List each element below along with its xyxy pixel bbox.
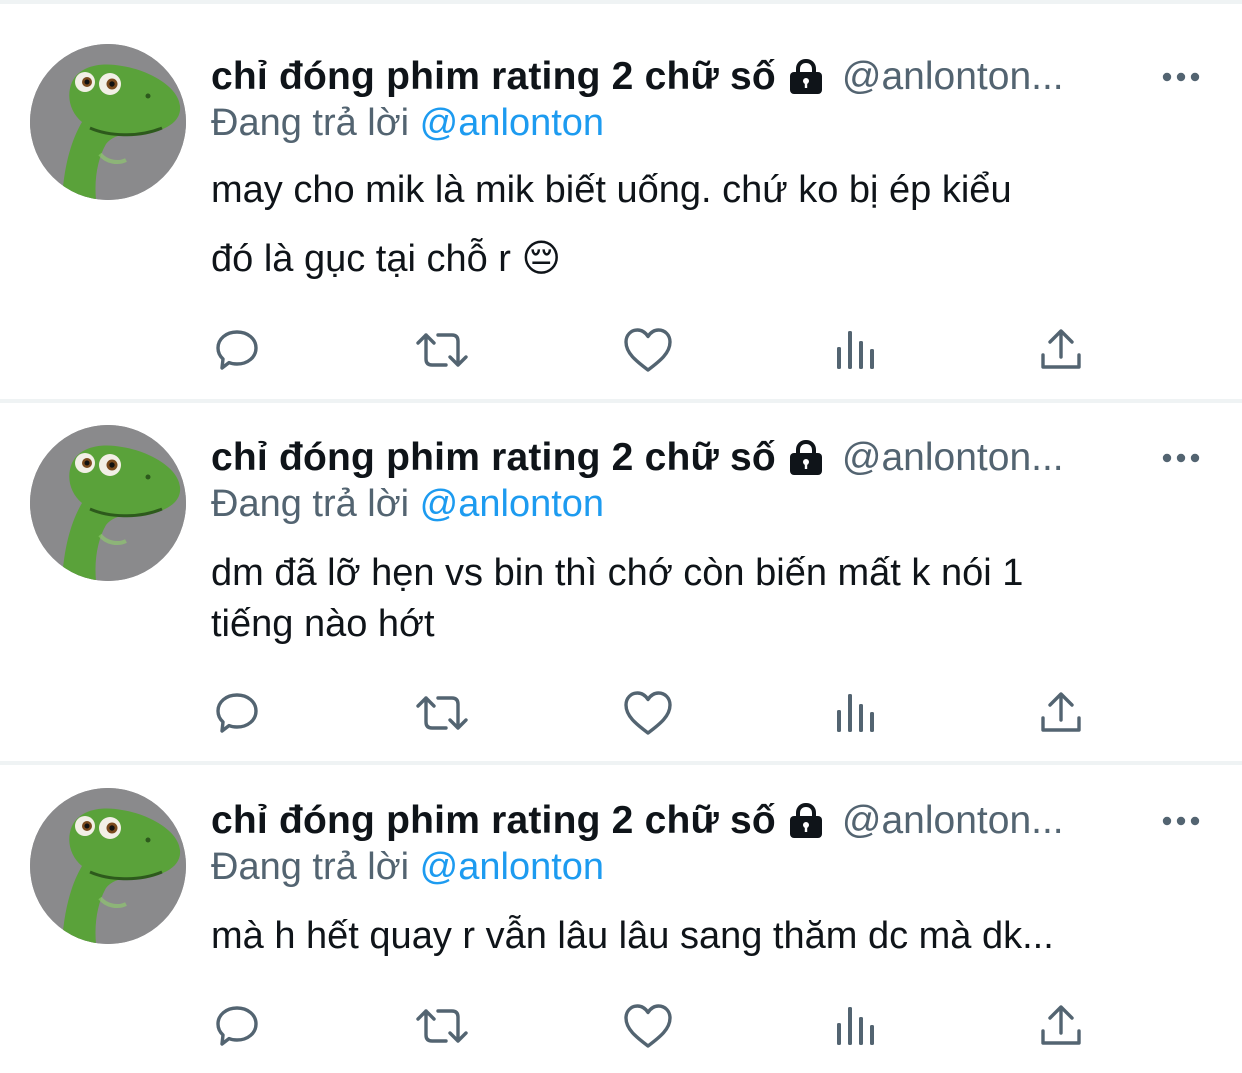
dinosaur-avatar-icon (30, 44, 186, 200)
reply-context: Đang trả lời @anlonton (211, 483, 604, 526)
share-button[interactable] (1031, 683, 1091, 743)
share-icon (1041, 692, 1081, 732)
reply-button[interactable] (207, 320, 267, 380)
tweet-text-line: tiếng nào hớt (211, 603, 435, 645)
lock-icon (786, 802, 826, 840)
avatar[interactable] (30, 44, 186, 200)
handle[interactable]: @anlonton... (842, 799, 1064, 843)
avatar[interactable] (30, 788, 186, 944)
action-bar (0, 683, 1242, 743)
display-name[interactable]: chỉ đóng phim rating 2 chữ số (211, 55, 776, 99)
like-icon (624, 328, 672, 372)
share-button[interactable] (1031, 996, 1091, 1056)
action-bar (0, 996, 1242, 1056)
views-icon (837, 1007, 874, 1045)
retweet-icon (416, 333, 468, 367)
like-button[interactable] (618, 996, 678, 1056)
reply-prefix: Đang trả lời (211, 846, 410, 888)
tweet-text-line: dm đã lỡ hẹn vs bin thì chớ còn biến mất… (211, 552, 1024, 594)
views-icon (837, 331, 874, 369)
display-name[interactable]: chỉ đóng phim rating 2 chữ số (211, 436, 776, 480)
handle[interactable]: @anlonton... (842, 436, 1064, 480)
retweet-icon (416, 1009, 468, 1043)
tweet-divider (0, 761, 1242, 765)
lock-icon (786, 58, 826, 96)
display-name[interactable]: chỉ đóng phim rating 2 chữ số (211, 799, 776, 843)
share-icon (1041, 1005, 1081, 1045)
retweet-button[interactable] (412, 996, 472, 1056)
reply-context: Đang trả lời @anlonton (211, 846, 604, 889)
views-button[interactable] (826, 683, 886, 743)
tweet-text-line: may cho mik là mik biết uống. chứ ko bị … (211, 169, 1012, 211)
tweet-text-line: đó là gục tại chỗ r 😔 (211, 238, 562, 280)
handle[interactable]: @anlonton... (842, 55, 1064, 99)
reply-button[interactable] (207, 683, 267, 743)
reply-mention[interactable]: @anlonton (420, 846, 604, 888)
reply-mention[interactable]: @anlonton (420, 102, 604, 144)
action-bar (0, 320, 1242, 380)
share-button[interactable] (1031, 320, 1091, 380)
tweet-text-line: mà h hết quay r vẫn lâu lâu sang thăm dc… (211, 915, 1054, 957)
reply-prefix: Đang trả lời (211, 102, 410, 144)
reply-prefix: Đang trả lời (211, 483, 410, 525)
avatar[interactable] (30, 425, 186, 581)
retweet-button[interactable] (412, 320, 472, 380)
like-icon (624, 691, 672, 735)
dinosaur-avatar-icon (30, 788, 186, 944)
views-icon (837, 694, 874, 732)
top-divider (0, 0, 1242, 4)
views-button[interactable] (826, 996, 886, 1056)
share-icon (1041, 329, 1081, 369)
like-icon (624, 1004, 672, 1048)
reply-context: Đang trả lời @anlonton (211, 102, 604, 145)
like-button[interactable] (618, 683, 678, 743)
reply-icon (216, 330, 258, 370)
retweet-button[interactable] (412, 683, 472, 743)
reply-mention[interactable]: @anlonton (420, 483, 604, 525)
reply-icon (216, 693, 258, 733)
more-icon[interactable] (1161, 443, 1201, 473)
more-icon[interactable] (1161, 806, 1201, 836)
dinosaur-avatar-icon (30, 425, 186, 581)
more-icon[interactable] (1161, 62, 1201, 92)
like-button[interactable] (618, 320, 678, 380)
retweet-icon (416, 696, 468, 730)
reply-button[interactable] (207, 996, 267, 1056)
lock-icon (786, 439, 826, 477)
reply-icon (216, 1006, 258, 1046)
views-button[interactable] (826, 320, 886, 380)
tweet-divider (0, 399, 1242, 403)
